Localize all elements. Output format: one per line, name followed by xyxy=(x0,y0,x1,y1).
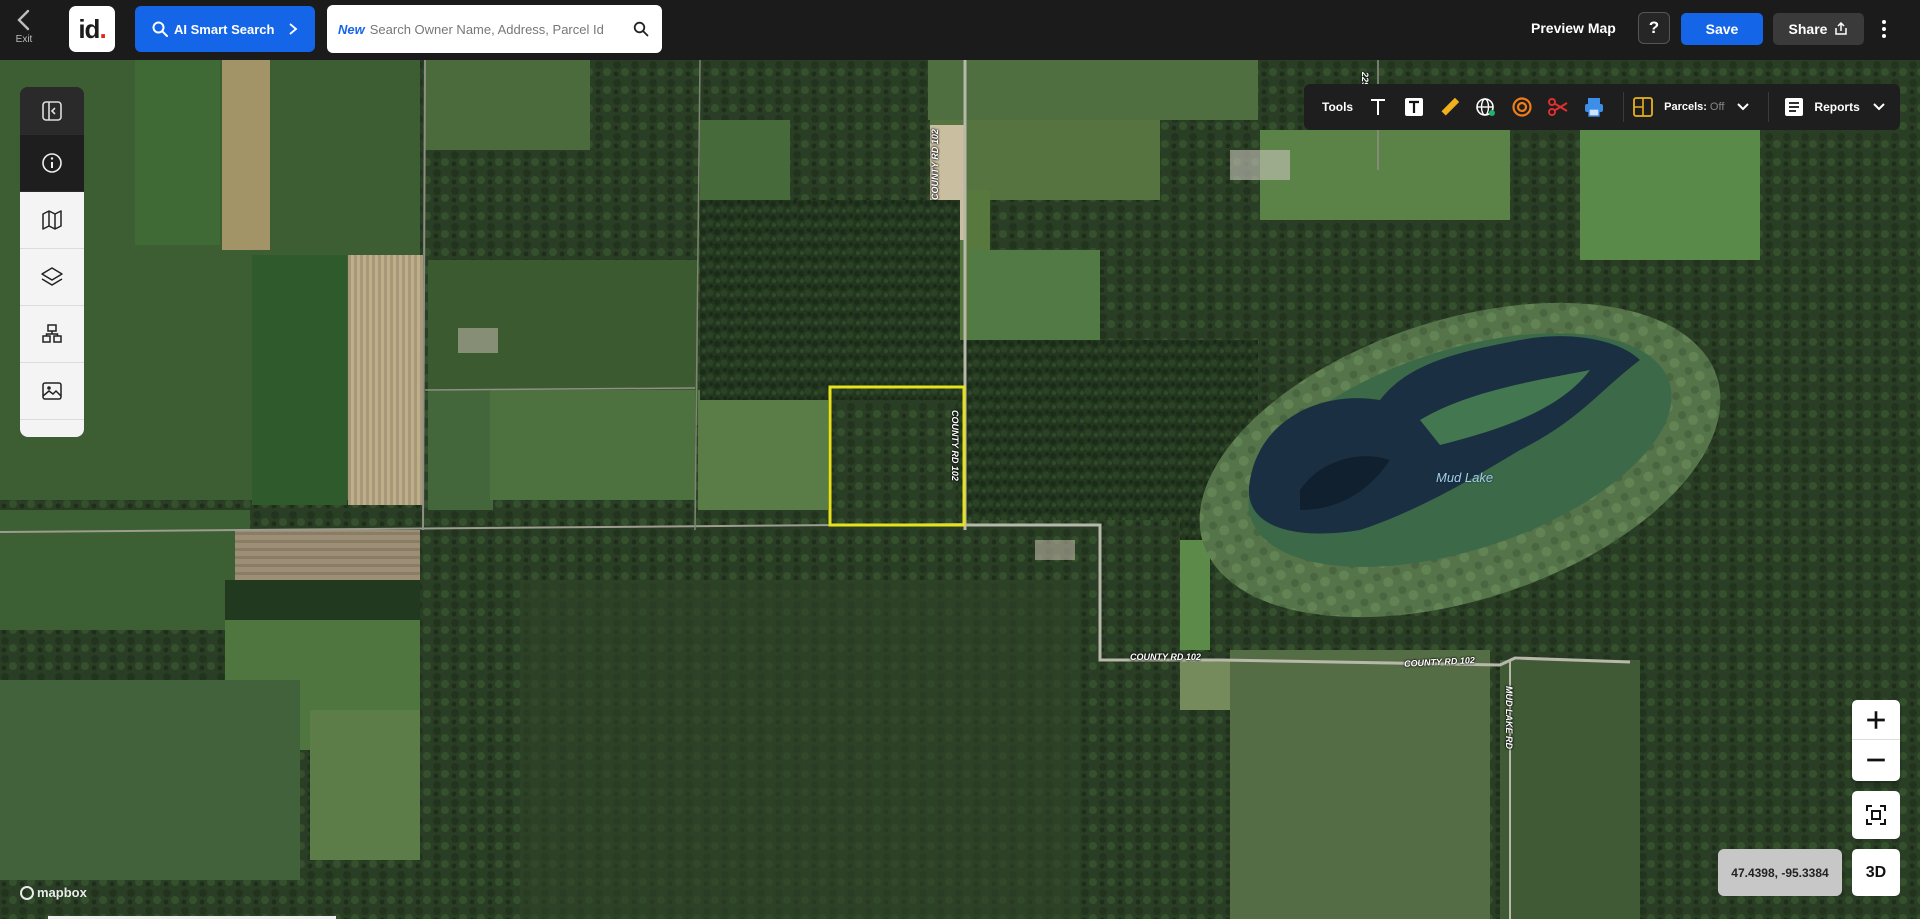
search-input[interactable] xyxy=(369,21,620,37)
info-button[interactable] xyxy=(20,135,84,192)
tools-bar: Tools Parcels: Off Reports xyxy=(1304,84,1900,130)
panel-toggle-icon xyxy=(42,100,62,121)
text-icon xyxy=(1371,99,1386,115)
info-icon xyxy=(42,153,62,173)
search-icon xyxy=(152,21,168,37)
zoom-out-button[interactable] xyxy=(1852,740,1900,780)
parcels-icon xyxy=(1633,97,1654,117)
minus-icon xyxy=(1867,758,1885,762)
share-icon xyxy=(1835,22,1848,35)
search-icon[interactable] xyxy=(633,21,649,37)
globe-draw-icon xyxy=(1476,98,1496,116)
road-label-county-rd-102-mid: COUNTY RD 102 xyxy=(950,410,960,481)
map-button[interactable] xyxy=(20,192,84,249)
search-box[interactable]: New xyxy=(327,5,662,53)
scissors-icon xyxy=(1548,98,1568,116)
more-options-icon[interactable] xyxy=(1876,17,1892,41)
fit-bounds-icon xyxy=(1866,805,1886,825)
help-button[interactable]: ? xyxy=(1638,12,1670,44)
chevron-down-icon xyxy=(1737,103,1750,111)
parcels-label: Parcels: xyxy=(1664,101,1707,113)
exit-label: Exit xyxy=(15,34,33,45)
reports-dropdown[interactable]: Reports xyxy=(1783,96,1885,118)
print-tool-button[interactable] xyxy=(1579,92,1609,122)
radius-icon xyxy=(1512,97,1532,117)
fit-bounds-button[interactable] xyxy=(1852,791,1900,839)
satellite-imagery xyxy=(0,60,1920,919)
share-label: Share xyxy=(1788,21,1828,37)
mapbox-logo-icon xyxy=(20,885,34,900)
chevron-down-icon xyxy=(1873,103,1885,111)
ai-smart-search-label: AI Smart Search xyxy=(174,21,275,37)
road-label-county-rd-102-north: COUNTY RD 102 xyxy=(930,129,940,200)
mapbox-attribution[interactable]: mapbox xyxy=(20,885,87,900)
top-bar: Exit id. AI Smart Search New Preview Map… xyxy=(0,0,1920,60)
save-button[interactable]: Save xyxy=(1681,13,1763,45)
image-button[interactable] xyxy=(20,363,84,420)
split-tool-button[interactable] xyxy=(1543,92,1573,122)
map-icon xyxy=(42,210,62,230)
logo-dot: . xyxy=(99,13,106,44)
app-logo[interactable]: id. xyxy=(69,6,115,52)
tools-label: Tools xyxy=(1322,100,1354,114)
layers-icon xyxy=(41,267,63,286)
ai-smart-search-button[interactable]: AI Smart Search xyxy=(135,6,315,52)
parcels-state: Off xyxy=(1709,101,1725,113)
logo-text: id xyxy=(78,13,100,44)
parcel-stack-button[interactable] xyxy=(20,306,84,363)
reports-label: Reports xyxy=(1814,100,1860,114)
ruler-icon xyxy=(1441,97,1460,116)
road-label-county-rd-102-east-a: COUNTY RD 102 xyxy=(1130,652,1201,662)
image-icon xyxy=(42,382,62,400)
search-new-tag: New xyxy=(338,21,365,37)
printer-icon xyxy=(1585,98,1604,117)
preview-map-button[interactable]: Preview Map xyxy=(1531,20,1616,36)
chevron-left-icon xyxy=(17,9,30,31)
tools-divider xyxy=(1623,92,1625,122)
lake-label-mud-lake: Mud Lake xyxy=(1436,470,1494,485)
parcels-toggle[interactable]: Parcels: Off xyxy=(1632,96,1750,118)
text-tool-button[interactable] xyxy=(1363,92,1393,122)
left-toolbar xyxy=(20,87,84,437)
exit-button[interactable]: Exit xyxy=(6,8,42,52)
draw-area-tool-button[interactable] xyxy=(1471,92,1501,122)
toolbar-spacer xyxy=(20,420,84,437)
tools-divider xyxy=(1768,92,1770,122)
satellite-map[interactable]: COUNTY RD 102 COUNTY RD 102 COUNTY RD 10… xyxy=(0,60,1920,919)
layers-button[interactable] xyxy=(20,249,84,306)
zoom-in-button[interactable] xyxy=(1852,700,1900,740)
label-tool-button[interactable] xyxy=(1399,92,1429,122)
panel-toggle-button[interactable] xyxy=(20,87,84,135)
road-label-mud-lake-rd: MUD LAKE RD xyxy=(1504,686,1514,749)
text-box-icon xyxy=(1405,98,1424,116)
zoom-controls xyxy=(1852,700,1900,781)
plus-icon xyxy=(1867,710,1885,729)
chevron-right-icon xyxy=(289,23,298,35)
parcel-stack-icon xyxy=(42,324,62,343)
toggle-3d-button[interactable]: 3D xyxy=(1852,849,1900,896)
reports-icon xyxy=(1785,98,1804,116)
share-button[interactable]: Share xyxy=(1773,13,1864,45)
mapbox-label: mapbox xyxy=(37,885,87,900)
coordinates-readout: 47.4398, -95.3384 xyxy=(1718,849,1842,896)
radius-tool-button[interactable] xyxy=(1507,92,1537,122)
measure-tool-button[interactable] xyxy=(1435,92,1465,122)
